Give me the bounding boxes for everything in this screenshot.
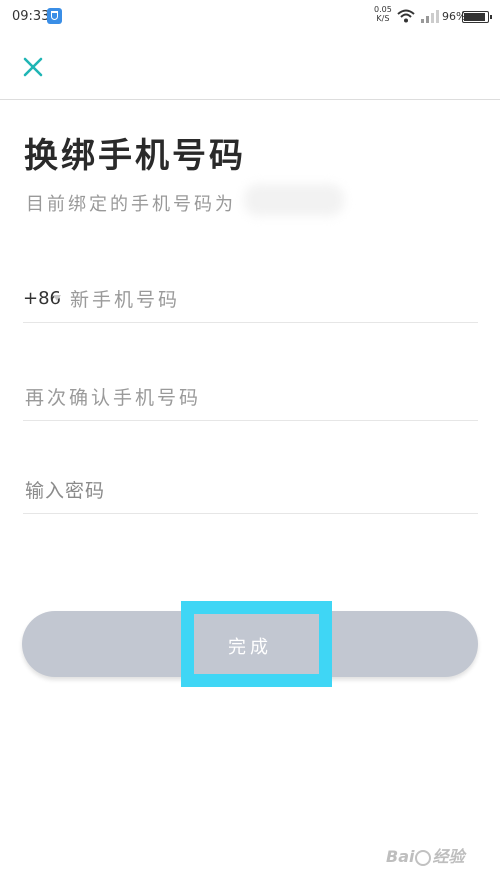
new-phone-field: +86 — [23, 278, 478, 323]
battery-icon — [462, 11, 492, 23]
chevron-down-icon[interactable] — [53, 295, 61, 301]
confirm-phone-field — [23, 376, 478, 421]
watermark-logo: Bai 经验 — [386, 847, 465, 866]
confirm-phone-input[interactable] — [23, 382, 477, 414]
done-button[interactable]: 完成 — [22, 611, 478, 677]
page-title: 换绑手机号码 — [24, 136, 246, 176]
masked-phone-number — [244, 184, 344, 216]
close-icon[interactable] — [22, 56, 44, 78]
shield-icon — [47, 8, 62, 24]
network-speed: 0.05 K/S — [374, 5, 392, 23]
wifi-icon — [397, 9, 415, 23]
top-bar — [0, 36, 500, 100]
done-button-label: 完成 — [228, 637, 272, 658]
current-phone-label: 目前绑定的手机号码为 — [26, 194, 236, 215]
password-input[interactable] — [23, 475, 477, 507]
new-phone-input[interactable] — [68, 284, 472, 316]
status-time: 09:33 — [12, 9, 50, 24]
status-bar: 09:33 0.05 K/S 96% — [0, 0, 500, 36]
password-field — [23, 469, 478, 514]
signal-icon — [421, 10, 439, 23]
